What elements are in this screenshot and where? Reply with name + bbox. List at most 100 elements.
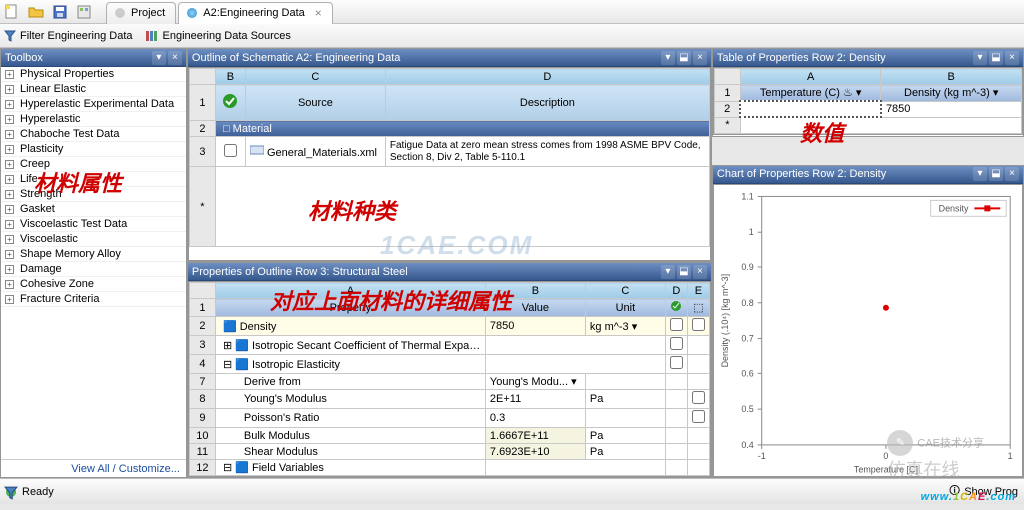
panel-title-table-props: Table of Properties Row 2: Density ▾⬓× bbox=[713, 49, 1023, 67]
table-props-grid[interactable]: AB 1Temperature (C) ♨ ▾Density (kg m^-3)… bbox=[713, 67, 1023, 135]
col-header[interactable]: A bbox=[215, 283, 485, 299]
tree-item[interactable]: +Linear Elastic bbox=[1, 82, 186, 97]
data-point bbox=[883, 305, 889, 311]
pin-icon[interactable]: ⬓ bbox=[677, 265, 691, 279]
col-header[interactable]: C bbox=[245, 69, 385, 85]
pin-icon[interactable]: ⬓ bbox=[989, 51, 1003, 65]
svg-text:Density: Density bbox=[939, 203, 969, 213]
close-icon[interactable]: × bbox=[693, 51, 707, 65]
close-icon[interactable]: × bbox=[1005, 51, 1019, 65]
cell[interactable]: Young's Modu... ▾ bbox=[485, 374, 585, 390]
open-icon[interactable] bbox=[25, 2, 47, 22]
dock-icon[interactable]: ▾ bbox=[973, 51, 987, 65]
cell[interactable]: ⊞ 🟦 Isotropic Secant Coefficient of Ther… bbox=[215, 336, 485, 355]
cell[interactable]: kg m^-3 ▾ bbox=[585, 317, 665, 336]
cell[interactable]: 7850 bbox=[485, 317, 585, 336]
tree-item[interactable]: +Damage bbox=[1, 262, 186, 277]
col-header[interactable]: B bbox=[881, 69, 1022, 85]
cell[interactable]: Bulk Modulus bbox=[215, 428, 485, 444]
suppress-icon bbox=[665, 299, 687, 317]
density-chart[interactable]: 0.40.50.60.70.80.911.1 -101 Temperature … bbox=[713, 184, 1023, 477]
project-icon[interactable] bbox=[73, 2, 95, 22]
tree-item[interactable]: +Physical Properties bbox=[1, 67, 186, 82]
cell[interactable]: 0.3 bbox=[485, 409, 585, 428]
tree-item[interactable]: +Chaboche Test Data bbox=[1, 127, 186, 142]
outline-panel: Outline of Schematic A2: Engineering Dat… bbox=[187, 48, 712, 262]
col-header[interactable]: A bbox=[740, 69, 881, 85]
chart-svg: 0.40.50.60.70.80.911.1 -101 Temperature … bbox=[714, 185, 1022, 476]
cell[interactable]: 🟦 Density bbox=[215, 317, 485, 336]
dock-icon[interactable]: ▾ bbox=[661, 51, 675, 65]
cell[interactable]: Fatigue Data at zero mean stress comes f… bbox=[385, 137, 709, 167]
tree-item[interactable]: +Hyperelastic bbox=[1, 112, 186, 127]
col-header[interactable]: D bbox=[665, 283, 687, 299]
tree-item[interactable]: +Cohesive Zone bbox=[1, 277, 186, 292]
main-layout: Toolbox ▾ × +Physical Properties +Linear… bbox=[0, 48, 1024, 478]
toolbox-customize[interactable]: View All / Customize... bbox=[1, 459, 186, 477]
close-icon[interactable]: × bbox=[1005, 167, 1019, 181]
tree-item[interactable]: +Life bbox=[1, 172, 186, 187]
close-icon[interactable]: × bbox=[168, 51, 182, 65]
funnel-icon[interactable] bbox=[4, 486, 18, 500]
funnel-icon bbox=[4, 30, 16, 42]
close-icon[interactable]: × bbox=[693, 265, 707, 279]
tree-item[interactable]: +Shape Memory Alloy bbox=[1, 247, 186, 262]
cell[interactable]: Poisson's Ratio bbox=[215, 409, 485, 428]
cell[interactable]: ⊟ 🟦 Field Variables bbox=[215, 460, 485, 476]
status-bar: Ready 🛈 Show Prog bbox=[0, 478, 1024, 504]
cell[interactable]: ⊟ 🟦 Isotropic Elasticity bbox=[215, 355, 485, 374]
table-props-panel: Table of Properties Row 2: Density ▾⬓× A… bbox=[712, 48, 1024, 137]
tree-item[interactable]: +Hyperelastic Experimental Data bbox=[1, 97, 186, 112]
outline-grid[interactable]: B C D 1 Source Description 2 □ Material bbox=[188, 67, 711, 261]
cell[interactable]: 7850 bbox=[881, 101, 1022, 117]
col-header[interactable]: E bbox=[687, 283, 709, 299]
cell[interactable]: Derive from bbox=[215, 374, 485, 390]
tab-host: Project A2:Engineering Data × bbox=[106, 0, 335, 24]
pin-icon[interactable]: ⬓ bbox=[677, 51, 691, 65]
dock-icon[interactable]: ▾ bbox=[661, 265, 675, 279]
material-section[interactable]: □ Material bbox=[215, 121, 709, 137]
svg-text:0: 0 bbox=[883, 451, 888, 461]
cell-empty[interactable] bbox=[215, 167, 709, 247]
cell[interactable]: General_Materials.xml bbox=[245, 137, 385, 167]
pin-icon[interactable]: ▾ bbox=[152, 51, 166, 65]
check-icon bbox=[222, 93, 238, 109]
middle-column: Outline of Schematic A2: Engineering Dat… bbox=[187, 48, 712, 478]
tree-item[interactable]: +Strength bbox=[1, 187, 186, 202]
cell[interactable] bbox=[740, 101, 881, 117]
tree-item[interactable]: +Viscoelastic Test Data bbox=[1, 217, 186, 232]
tab-project[interactable]: Project bbox=[106, 2, 176, 24]
cell[interactable]: 2E+11 bbox=[485, 390, 585, 409]
col-header[interactable]: D bbox=[385, 69, 709, 85]
save-icon[interactable] bbox=[49, 2, 71, 22]
dock-icon[interactable]: ▾ bbox=[973, 167, 987, 181]
col-header[interactable]: B bbox=[485, 283, 585, 299]
tree-item[interactable]: +Creep bbox=[1, 157, 186, 172]
close-icon[interactable]: × bbox=[315, 6, 322, 20]
tree-item[interactable]: +Plasticity bbox=[1, 142, 186, 157]
col-header[interactable]: B bbox=[215, 69, 245, 85]
col-header[interactable]: C bbox=[585, 283, 665, 299]
filter-engineering-data[interactable]: Filter Engineering Data bbox=[4, 30, 133, 42]
tree-item[interactable]: +Gasket bbox=[1, 202, 186, 217]
tree-item[interactable]: +Fracture Criteria bbox=[1, 292, 186, 307]
svg-text:0.5: 0.5 bbox=[741, 404, 753, 414]
status-text: Ready bbox=[22, 486, 54, 498]
chart-panel: Chart of Properties Row 2: Density ▾⬓× 0… bbox=[712, 165, 1024, 478]
tree-item[interactable]: +Viscoelastic bbox=[1, 232, 186, 247]
cell[interactable]: Shear Modulus bbox=[215, 444, 485, 460]
engineering-data-sources[interactable]: Engineering Data Sources bbox=[145, 29, 291, 43]
properties-grid[interactable]: A B C D E 1 Property Value Unit ⬚ bbox=[188, 281, 711, 477]
cell: Description bbox=[385, 85, 709, 121]
cell-checkbox[interactable] bbox=[215, 137, 245, 167]
cell[interactable]: Young's Modulus bbox=[215, 390, 485, 409]
svg-text:Temperature [C]: Temperature [C] bbox=[854, 465, 918, 475]
svg-text:0.7: 0.7 bbox=[741, 333, 753, 343]
new-icon[interactable] bbox=[1, 2, 23, 22]
panel-title-chart: Chart of Properties Row 2: Density ▾⬓× bbox=[713, 166, 1023, 184]
svg-text:0.9: 0.9 bbox=[741, 262, 753, 272]
toolbox-panel: Toolbox ▾ × +Physical Properties +Linear… bbox=[0, 48, 187, 478]
pin-icon[interactable]: ⬓ bbox=[989, 167, 1003, 181]
tab-engineering-data[interactable]: A2:Engineering Data × bbox=[178, 2, 333, 24]
toolbox-tree[interactable]: +Physical Properties +Linear Elastic +Hy… bbox=[1, 67, 186, 459]
